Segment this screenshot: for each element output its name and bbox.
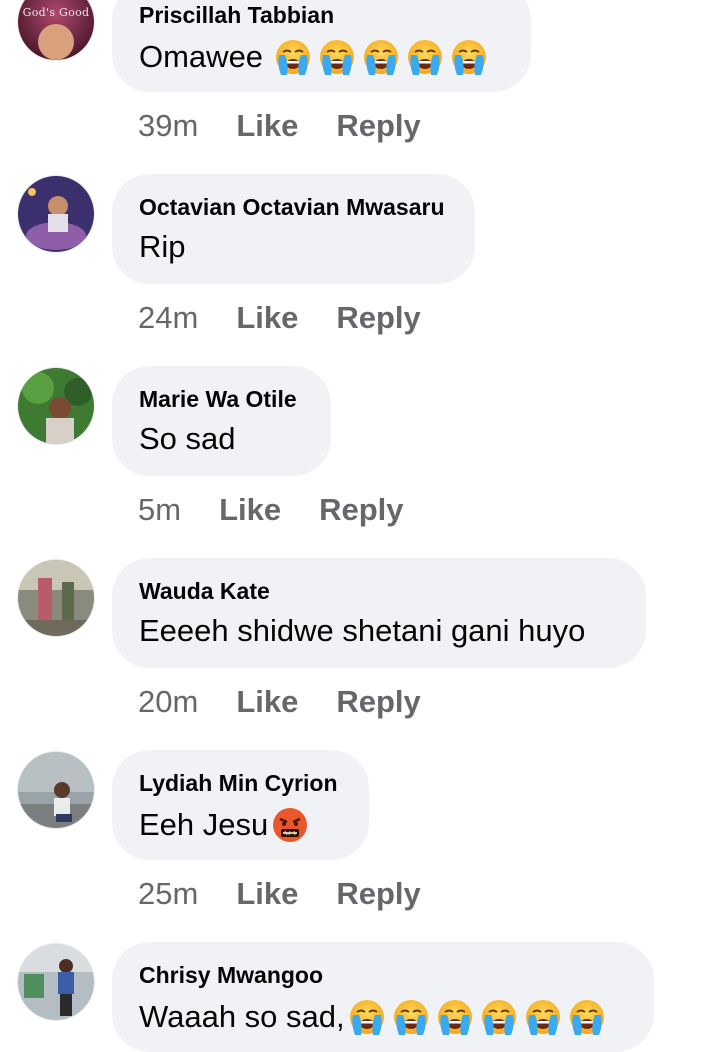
- avatar[interactable]: [18, 176, 94, 252]
- comment-actions: 20m Like Reply: [138, 684, 421, 720]
- comment-actions: 39m Like Reply: [138, 108, 421, 144]
- emoji-group: [273, 37, 493, 77]
- reply-button[interactable]: Reply: [336, 108, 420, 144]
- loudly-crying-face-icon: [276, 40, 311, 75]
- avatar[interactable]: God's Good: [18, 0, 94, 60]
- loudly-crying-face-icon: [408, 40, 443, 75]
- comment-time[interactable]: 25m: [138, 876, 198, 912]
- comment-text-content: Omawee: [139, 39, 264, 74]
- face-with-symbols-on-mouth-icon: [273, 808, 308, 842]
- comment-time[interactable]: 39m: [138, 108, 198, 144]
- comment-text-content: So sad: [139, 421, 236, 456]
- comment-text-content: Eeh Jesu: [139, 807, 269, 842]
- avatar[interactable]: [18, 752, 94, 828]
- loudly-crying-face-icon: [452, 40, 487, 75]
- comment-text: Eeh Jesu: [139, 805, 314, 845]
- comment-text-content: Eeeeh shidwe shetani gani huyo: [139, 613, 586, 648]
- comment-bubble[interactable]: Lydiah Min Cyrion Eeh Jesu: [112, 750, 369, 860]
- emoji-group: [347, 997, 611, 1037]
- comment-time[interactable]: 20m: [138, 684, 198, 720]
- comment-actions: 25m Like Reply: [138, 876, 421, 912]
- comment-text: Omawee: [139, 37, 493, 77]
- like-button[interactable]: Like: [236, 684, 298, 720]
- comment-actions: 5m Like Reply: [138, 492, 404, 528]
- like-button[interactable]: Like: [219, 492, 281, 528]
- reply-button[interactable]: Reply: [319, 492, 403, 528]
- reply-button[interactable]: Reply: [336, 300, 420, 336]
- comment-author[interactable]: Octavian Octavian Mwasaru: [139, 194, 445, 221]
- like-button[interactable]: Like: [236, 300, 298, 336]
- loudly-crying-face-icon: [525, 1000, 560, 1035]
- loudly-crying-face-icon: [569, 1000, 604, 1035]
- comment-time[interactable]: 5m: [138, 492, 181, 528]
- comment-author[interactable]: Wauda Kate: [139, 578, 270, 605]
- like-button[interactable]: Like: [236, 108, 298, 144]
- comment-bubble[interactable]: Marie Wa Otile So sad: [112, 366, 331, 476]
- comment-actions: 24m Like Reply: [138, 300, 421, 336]
- avatar[interactable]: [18, 560, 94, 636]
- avatar[interactable]: [18, 368, 94, 444]
- comment-bubble[interactable]: Wauda Kate Eeeeh shidwe shetani gani huy…: [112, 558, 646, 668]
- avatar[interactable]: [18, 944, 94, 1020]
- loudly-crying-face-icon: [437, 1000, 472, 1035]
- emoji-group: [270, 805, 314, 845]
- comment-author[interactable]: Lydiah Min Cyrion: [139, 770, 338, 797]
- comment-text: Waaah so sad,: [139, 997, 611, 1037]
- comment-text-content: Rip: [139, 229, 186, 264]
- loudly-crying-face-icon: [481, 1000, 516, 1035]
- comment-time[interactable]: 24m: [138, 300, 198, 336]
- comment-bubble[interactable]: Priscillah Tabbian Omawee: [112, 0, 531, 92]
- comment-author[interactable]: Chrisy Mwangoo: [139, 962, 323, 989]
- loudly-crying-face-icon: [364, 40, 399, 75]
- comment-author[interactable]: Priscillah Tabbian: [139, 2, 334, 29]
- loudly-crying-face-icon: [320, 40, 355, 75]
- reply-button[interactable]: Reply: [336, 876, 420, 912]
- comment-text-content: Waaah so sad,: [139, 999, 345, 1034]
- avatar-caption: God's Good: [22, 6, 90, 19]
- comment-bubble[interactable]: Chrisy Mwangoo Waaah so sad,: [112, 942, 654, 1052]
- comment-text: So sad: [139, 421, 236, 457]
- comment-text: Rip: [139, 229, 186, 265]
- comment-text: Eeeeh shidwe shetani gani huyo: [139, 613, 585, 649]
- loudly-crying-face-icon: [349, 1000, 384, 1035]
- reply-button[interactable]: Reply: [336, 684, 420, 720]
- comment-bubble[interactable]: Octavian Octavian Mwasaru Rip: [112, 174, 475, 284]
- comment-author[interactable]: Marie Wa Otile: [139, 386, 297, 413]
- loudly-crying-face-icon: [393, 1000, 428, 1035]
- like-button[interactable]: Like: [236, 876, 298, 912]
